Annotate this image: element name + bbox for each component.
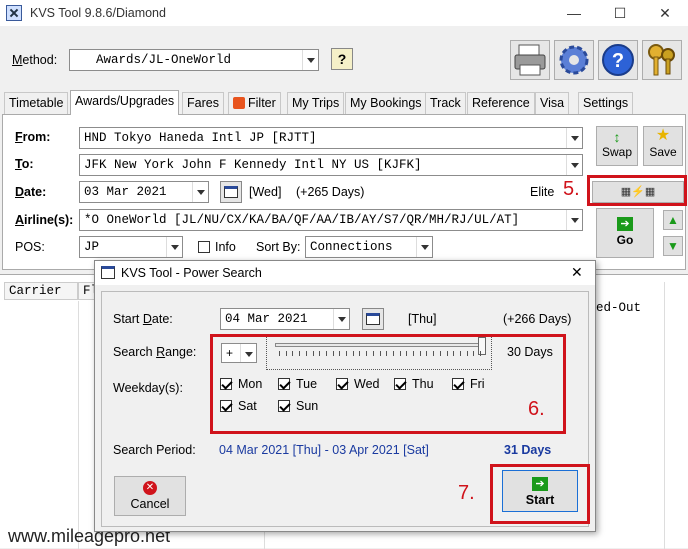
annotation-step5: 5. — [563, 178, 580, 200]
col-right-text: ed-Out — [596, 301, 642, 315]
go-button[interactable]: ➔ Go — [596, 208, 654, 258]
dialog-title: KVS Tool - Power Search — [121, 266, 262, 280]
tab-filter[interactable]: Filter — [228, 92, 281, 114]
date-label: Date: — [15, 185, 47, 199]
keys-icon — [648, 44, 675, 76]
window-title: KVS Tool 9.8.6/Diamond — [30, 6, 166, 20]
airline-select[interactable]: *O OneWorld [JL/NU/CX/KA/BA/QF/AA/IB/AY/… — [79, 209, 583, 231]
method-label: Method: — [12, 53, 58, 67]
dialog-body: Start Date: 04 Mar 2021 [Thu] (+266 Days… — [101, 291, 590, 527]
to-select[interactable]: JFK New York John F Kennedy Intl NY US [… — [79, 154, 583, 176]
printer-icon — [514, 44, 546, 76]
date-weekday: [Wed] — [249, 185, 282, 199]
down-arrow-icon: ▼ — [667, 239, 679, 253]
grid-line — [78, 301, 79, 549]
cancel-button[interactable]: ✕ Cancel — [114, 476, 186, 516]
filter-icon — [233, 97, 245, 109]
dialog-title-bar: KVS Tool - Power Search ✕ — [95, 261, 595, 285]
swap-button[interactable]: ↕ Swap — [596, 126, 638, 166]
start-calendar-button[interactable] — [362, 308, 384, 330]
start-date-select[interactable]: 04 Mar 2021 — [220, 308, 350, 330]
elite-label: Elite — [530, 185, 555, 199]
help-button[interactable]: ? — [598, 40, 638, 80]
tab-track[interactable]: Track — [425, 92, 466, 114]
from-label: From: — [15, 130, 51, 144]
airline-label: Airline(s): — [15, 213, 74, 227]
weekday-label: Weekday(s): — [113, 381, 183, 395]
license-button[interactable] — [642, 40, 682, 80]
start-offset: (+266 Days) — [503, 312, 572, 326]
search-period-days: 31 Days — [504, 443, 552, 457]
svg-text:?: ? — [612, 50, 624, 72]
tab-bar: Timetable Awards/Upgrades Fares Filter M… — [4, 90, 684, 115]
go-arrow-icon: ➔ — [617, 217, 633, 231]
cancel-icon: ✕ — [143, 481, 157, 495]
tab-awards-upgrades[interactable]: Awards/Upgrades — [70, 90, 180, 115]
start-weekday: [Thu] — [408, 312, 437, 326]
star-icon: ★ — [655, 127, 671, 144]
to-label: To: — [15, 157, 34, 171]
from-select[interactable]: HND Tokyo Haneda Intl JP [RJTT] — [79, 127, 583, 149]
up-arrow-icon: ▲ — [667, 213, 679, 227]
info-label: Info — [215, 240, 236, 254]
annotation-box-6 — [210, 334, 566, 434]
grid-line — [664, 282, 665, 549]
annotation-step7: 7. — [458, 482, 475, 504]
annotation-box-7 — [490, 464, 590, 524]
up-arrow-button[interactable]: ▲ — [663, 210, 683, 230]
close-button[interactable]: ✕ — [642, 0, 688, 26]
annotation-step6: 6. — [528, 398, 545, 420]
search-period-label: Search Period: — [113, 443, 196, 457]
tab-timetable[interactable]: Timetable — [4, 92, 69, 114]
tab-my-trips[interactable]: My Trips — [287, 92, 345, 114]
minimize-button[interactable]: — — [551, 0, 597, 26]
dialog-close-button[interactable]: ✕ — [571, 264, 583, 281]
maximize-button[interactable]: ☐ — [597, 0, 643, 26]
swap-arrow-icon: ↕ — [613, 129, 621, 145]
calendar-icon — [366, 313, 380, 325]
help-note-icon[interactable]: ? — [331, 48, 353, 70]
power-search-dialog: KVS Tool - Power Search ✕ Start Date: 04… — [94, 260, 596, 532]
down-arrow-button[interactable]: ▼ — [663, 236, 683, 256]
pos-select[interactable]: JP — [79, 236, 183, 258]
pos-label: POS: — [15, 240, 45, 254]
tab-fares[interactable]: Fares — [182, 92, 224, 114]
date-offset: (+265 Days) — [296, 185, 365, 199]
annotation-box-5 — [587, 175, 687, 206]
calendar-button[interactable] — [220, 181, 242, 203]
tab-visa[interactable]: Visa — [535, 92, 570, 114]
print-button[interactable] — [510, 40, 550, 80]
help-icon: ? — [602, 44, 634, 76]
search-period-value: 04 Mar 2021 [Thu] - 03 Apr 2021 [Sat] — [219, 443, 429, 457]
search-range-label: Search Range: — [113, 345, 197, 359]
sortby-select[interactable]: Connections — [305, 236, 433, 258]
sortby-label: Sort By: — [256, 240, 301, 254]
calendar-icon — [224, 186, 238, 198]
date-select[interactable]: 03 Mar 2021 — [79, 181, 209, 203]
start-date-label: Start Date: — [113, 312, 173, 326]
info-checkbox[interactable] — [198, 241, 210, 253]
settings-button[interactable] — [554, 40, 594, 80]
tab-my-bookings[interactable]: My Bookings — [345, 92, 427, 114]
gear-icon — [559, 45, 589, 75]
tab-reference[interactable]: Reference — [467, 92, 535, 114]
dialog-calendar-icon — [101, 266, 115, 279]
save-button[interactable]: ★ Save — [643, 126, 683, 166]
col-header-carrier[interactable]: Carrier — [4, 282, 78, 300]
tab-settings[interactable]: Settings — [578, 92, 634, 114]
app-icon — [6, 5, 22, 21]
method-select[interactable]: Awards/JL-OneWorld — [69, 49, 319, 71]
title-bar: KVS Tool 9.8.6/Diamond — ☐ ✕ — [0, 0, 688, 26]
